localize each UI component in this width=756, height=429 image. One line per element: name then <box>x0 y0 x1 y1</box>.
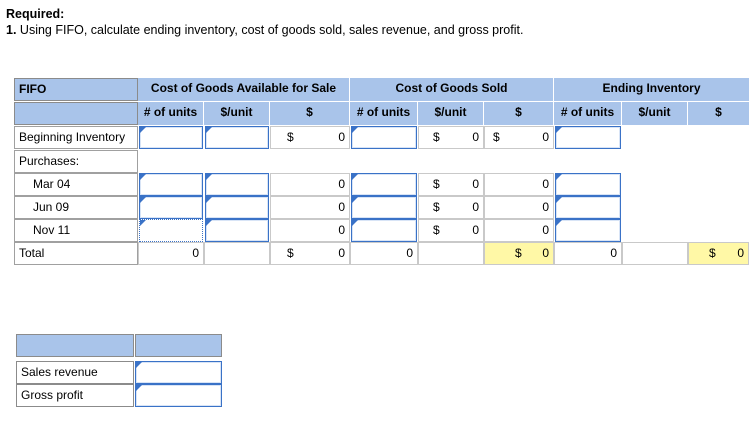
beginning-sold-unit-cost: $ 0 <box>418 126 484 149</box>
row-nov-11: Nov 11 0 $ 0 0 <box>14 219 749 242</box>
value: 0 <box>472 130 479 144</box>
row-label: Total <box>14 242 138 265</box>
summary-header-label <box>16 334 134 357</box>
sub-ending-dollars: $ <box>688 102 749 125</box>
sub-sold-dollars: $ <box>484 102 554 125</box>
input-mar-available-unit-cost[interactable] <box>205 173 269 196</box>
summary-header-value <box>135 334 222 357</box>
required-heading: Required: <box>6 7 65 21</box>
row-label: Nov 11 <box>14 219 138 242</box>
required-text: 1. Using FIFO, calculate ending inventor… <box>6 22 523 38</box>
dollar-sign: $ <box>433 177 440 191</box>
input-jun-ending-units[interactable] <box>555 196 621 219</box>
row-label: Beginning Inventory <box>14 126 138 149</box>
input-jun-available-unit-cost[interactable] <box>205 196 269 219</box>
mar-sold-total: 0 <box>484 173 554 196</box>
value: 0 <box>338 246 345 260</box>
mar-available-total: 0 <box>270 173 350 196</box>
value: 0 <box>472 200 479 214</box>
summary-label: Sales revenue <box>16 361 134 384</box>
input-beginning-available-units[interactable] <box>139 126 203 149</box>
fifo-table: FIFO Cost of Goods Available for Sale Co… <box>14 78 749 265</box>
dollar-sign: $ <box>433 200 440 214</box>
header-row-groups: FIFO Cost of Goods Available for Sale Co… <box>14 78 749 101</box>
row-label: Jun 09 <box>14 196 138 219</box>
dollar-sign: $ <box>433 130 440 144</box>
total-sold-unit-cost <box>418 242 484 265</box>
sub-available-unit-cost: $/unit <box>204 102 270 125</box>
group-header-ending: Ending Inventory <box>554 78 749 101</box>
sub-sold-units: # of units <box>350 102 418 125</box>
row-label: Purchases: <box>14 150 138 173</box>
total-ending-unit-cost <box>622 242 688 265</box>
input-beginning-sold-units[interactable] <box>351 126 417 149</box>
value: 0 <box>472 177 479 191</box>
input-jun-available-units[interactable] <box>139 196 203 219</box>
input-nov-available-units[interactable] <box>139 219 203 242</box>
row-jun-09: Jun 09 0 $ 0 0 <box>14 196 749 219</box>
dollar-sign: $ <box>287 246 294 260</box>
dollar-sign: $ <box>515 246 522 260</box>
input-gross-profit[interactable] <box>135 384 222 407</box>
input-mar-available-units[interactable] <box>139 173 203 196</box>
dollar-sign: $ <box>493 130 500 144</box>
summary-label: Gross profit <box>16 384 134 407</box>
row-mar-04: Mar 04 0 $ 0 0 <box>14 173 749 196</box>
beginning-sold-total: $ 0 <box>484 126 554 149</box>
row-label: Mar 04 <box>14 173 138 196</box>
group-header-available: Cost of Goods Available for Sale <box>138 78 349 101</box>
dollar-sign: $ <box>709 246 716 260</box>
sub-sold-unit-cost: $/unit <box>418 102 484 125</box>
total-ending-total: $ 0 <box>688 242 749 265</box>
required-instructions: Required: 1. Using FIFO, calculate endin… <box>6 6 523 38</box>
dollar-sign: $ <box>433 223 440 237</box>
value: 0 <box>472 223 479 237</box>
total-available-total: $ 0 <box>270 242 350 265</box>
value: 0 <box>338 130 345 144</box>
dollar-sign: $ <box>287 130 294 144</box>
sub-ending-unit-cost: $/unit <box>622 102 688 125</box>
mar-sold-unit-cost: $ 0 <box>418 173 484 196</box>
total-available-units: 0 <box>138 242 204 265</box>
total-sold-total: $ 0 <box>484 242 554 265</box>
fifo-corner-label: FIFO <box>14 78 138 101</box>
value: 0 <box>542 130 549 144</box>
input-nov-ending-units[interactable] <box>555 219 621 242</box>
row-beginning-inventory: Beginning Inventory $ 0 $ 0 $ 0 <box>14 126 749 149</box>
jun-available-total: 0 <box>270 196 350 219</box>
input-nov-sold-units[interactable] <box>351 219 417 242</box>
required-body: Using FIFO, calculate ending inventory, … <box>19 23 524 37</box>
summary-row-sales-revenue: Sales revenue <box>16 361 222 384</box>
corner-blank <box>14 102 138 125</box>
input-beginning-ending-units[interactable] <box>555 126 621 149</box>
input-mar-sold-units[interactable] <box>351 173 417 196</box>
row-total: Total 0 $ 0 0 $ 0 0 $ 0 <box>14 242 749 265</box>
input-nov-available-unit-cost[interactable] <box>205 219 269 242</box>
required-number: 1. <box>6 23 17 37</box>
sub-available-dollars: $ <box>270 102 350 125</box>
jun-sold-total: 0 <box>484 196 554 219</box>
value: 0 <box>737 246 744 260</box>
sub-available-units: # of units <box>138 102 204 125</box>
beginning-available-total: $ 0 <box>270 126 350 149</box>
input-jun-sold-units[interactable] <box>351 196 417 219</box>
group-header-sold: Cost of Goods Sold <box>350 78 553 101</box>
total-available-unit-cost <box>204 242 270 265</box>
input-sales-revenue[interactable] <box>135 361 222 384</box>
total-ending-units: 0 <box>554 242 622 265</box>
total-sold-units: 0 <box>350 242 418 265</box>
sub-ending-units: # of units <box>554 102 622 125</box>
input-beginning-available-unit-cost[interactable] <box>205 126 269 149</box>
jun-sold-unit-cost: $ 0 <box>418 196 484 219</box>
nov-available-total: 0 <box>270 219 350 242</box>
row-purchases: Purchases: <box>14 150 749 173</box>
summary-row-gross-profit: Gross profit <box>16 384 222 407</box>
value: 0 <box>542 246 549 260</box>
header-row-sub: # of units $/unit $ # of units $/unit $ … <box>14 102 749 125</box>
summary-header-row <box>16 334 222 357</box>
nov-sold-unit-cost: $ 0 <box>418 219 484 242</box>
input-mar-ending-units[interactable] <box>555 173 621 196</box>
nov-sold-total: 0 <box>484 219 554 242</box>
